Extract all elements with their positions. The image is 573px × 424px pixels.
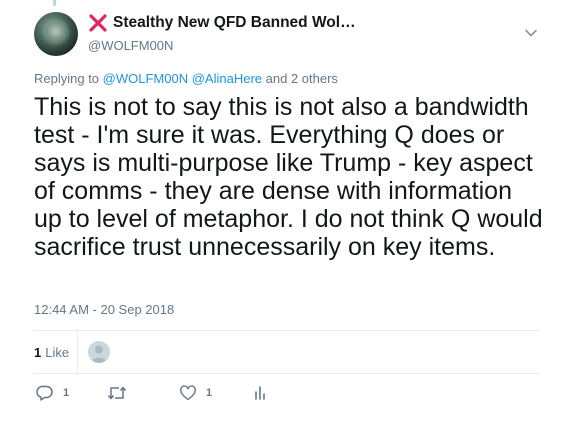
- tweet-timestamp[interactable]: 12:44 AM - 20 Sep 2018: [34, 302, 174, 317]
- replying-to-line: Replying to @WOLFM00N @AlinaHere and 2 o…: [34, 71, 338, 86]
- heart-icon: [180, 385, 196, 401]
- reply-button[interactable]: 1: [36, 380, 69, 406]
- tweet-stats: 1 Like: [34, 331, 539, 373]
- reply-others[interactable]: and 2 others: [266, 71, 338, 86]
- author-info[interactable]: Stealthy New QFD Banned Wol… @WOLFM00N: [88, 12, 508, 53]
- reply-count: 1: [63, 387, 70, 399]
- likes-stat[interactable]: 1 Like: [34, 331, 77, 373]
- liker-avatar[interactable]: [88, 341, 110, 363]
- reply-mention-wolfm00n[interactable]: @WOLFM00N: [103, 71, 188, 86]
- stats-bottom-divider: [34, 373, 539, 374]
- thread-connector-line: [53, 0, 56, 6]
- analytics-button[interactable]: [252, 380, 268, 406]
- like-button[interactable]: 1: [179, 380, 212, 406]
- author-handle[interactable]: @WOLFM00N: [88, 38, 508, 53]
- stats-separator: [77, 331, 78, 373]
- default-user-icon: [91, 345, 107, 363]
- retweet-button[interactable]: [107, 380, 127, 406]
- reply-icon: [36, 385, 53, 401]
- like-action-count: 1: [206, 387, 213, 399]
- reply-mention-alinahere[interactable]: @AlinaHere: [192, 71, 262, 86]
- likes-stat-label: Like: [45, 344, 70, 360]
- retweet-icon: [107, 386, 127, 400]
- cross-mark-icon: [89, 14, 107, 32]
- tweet-text: This is not to say this is not also a ba…: [34, 93, 543, 261]
- replying-to-label: Replying to: [34, 71, 100, 86]
- chevron-down-icon[interactable]: [524, 28, 538, 38]
- tweet-actions: 1 1: [34, 380, 539, 406]
- author-display-name[interactable]: Stealthy New QFD Banned Wol…: [113, 14, 356, 32]
- likes-stat-count: 1: [34, 344, 42, 360]
- analytics-icon: [255, 386, 265, 400]
- author-avatar[interactable]: [34, 12, 78, 56]
